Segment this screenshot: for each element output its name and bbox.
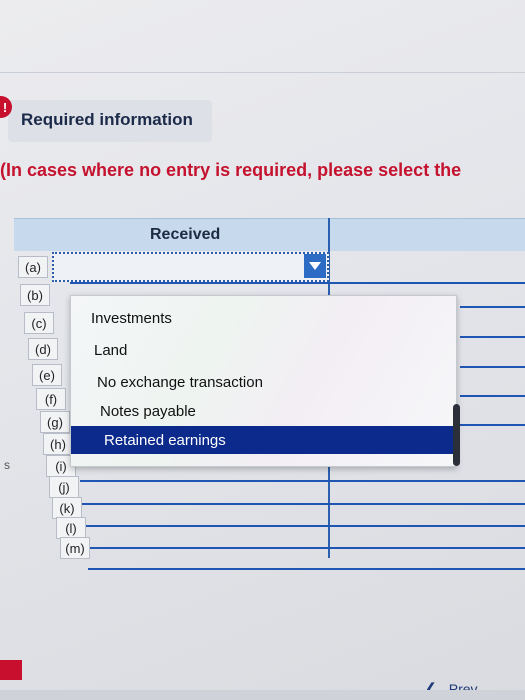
- dropdown-scrollbar[interactable]: [453, 404, 460, 466]
- row-label-b: (b): [20, 284, 50, 306]
- row-divider: [460, 395, 525, 397]
- received-select-a[interactable]: [52, 252, 329, 282]
- row-divider: [86, 547, 525, 549]
- row-label-c: (c): [24, 312, 54, 334]
- dropdown-menu[interactable]: Investments Land No exchange transaction…: [70, 295, 457, 467]
- app-logo: [0, 660, 22, 680]
- table-header: [14, 218, 525, 251]
- chevron-down-icon[interactable]: [304, 254, 326, 278]
- row-label-g: (g): [40, 411, 70, 433]
- row-divider: [84, 525, 525, 527]
- row-label-h: (h): [43, 433, 73, 455]
- dropdown-option-no-exchange[interactable]: No exchange transaction: [71, 368, 454, 396]
- row-label-l: (l): [56, 517, 86, 539]
- bottom-bar: [0, 690, 525, 700]
- row-divider: [88, 568, 525, 570]
- column-header-received: Received: [150, 226, 221, 243]
- row-divider: [460, 336, 525, 338]
- row-divider: [70, 282, 525, 284]
- row-label-k: (k): [52, 497, 82, 519]
- row-divider: [82, 503, 525, 505]
- dropdown-option-retained-earnings[interactable]: Retained earnings: [71, 426, 454, 454]
- dropdown-option-notes-payable[interactable]: Notes payable: [71, 397, 454, 425]
- row-label-e: (e): [32, 364, 62, 386]
- row-label-j: (j): [49, 476, 79, 498]
- instruction-text: (In cases where no entry is required, pl…: [0, 160, 462, 180]
- row-label-f: (f): [36, 388, 66, 410]
- top-divider: [0, 72, 525, 73]
- side-text: s: [4, 458, 10, 472]
- required-info-title: Required information: [21, 110, 193, 129]
- row-label-a: (a): [18, 256, 48, 278]
- dropdown-option-land[interactable]: Land: [71, 336, 454, 364]
- row-divider: [460, 424, 525, 426]
- dropdown-option-investments[interactable]: Investments: [71, 304, 454, 332]
- row-divider: [460, 306, 525, 308]
- row-divider: [80, 480, 525, 482]
- row-label-m: (m): [60, 537, 90, 559]
- row-label-d: (d): [28, 338, 58, 360]
- row-divider: [460, 366, 525, 368]
